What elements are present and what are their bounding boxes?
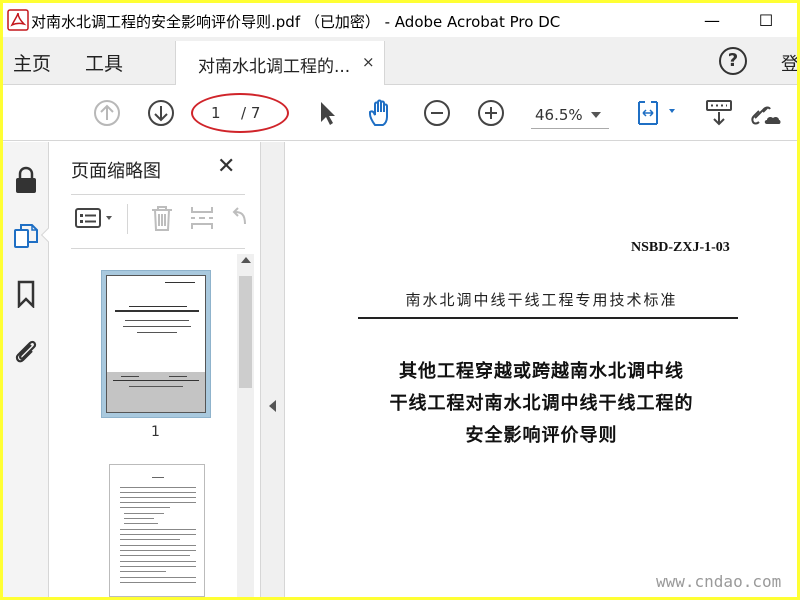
window-title: 对南水北调工程的安全影响评价导则.pdf （已加密） - Adobe Acrob… xyxy=(31,13,561,31)
scrollbar-thumb[interactable] xyxy=(239,276,252,388)
bookmark-icon xyxy=(17,280,35,308)
left-nav-rail xyxy=(3,142,56,597)
cursor-arrow-icon xyxy=(321,102,335,125)
zoom-in-button[interactable] xyxy=(475,97,507,129)
copy-pages-icon xyxy=(14,224,38,248)
page-number-field[interactable]: 1 / 7 xyxy=(191,93,289,133)
link-cloud-icon xyxy=(751,106,781,125)
close-panel-icon[interactable]: ✕ xyxy=(217,154,235,179)
minimize-icon: — xyxy=(704,10,720,30)
delete-page-button[interactable] xyxy=(147,204,177,232)
thumbnail-options-dropdown[interactable] xyxy=(73,204,119,232)
close-tab-icon[interactable]: × xyxy=(362,53,375,71)
title-bar: 对南水北调工程的安全影响评价导则.pdf （已加密） - Adobe Acrob… xyxy=(3,3,797,37)
tab-document[interactable]: 对南水北调工程的... × xyxy=(175,41,385,85)
thumbnail-gray-band xyxy=(107,372,205,412)
page-thumbnails-panel: 页面缩略图 ✕ 1 xyxy=(49,142,261,597)
chevron-down-icon xyxy=(591,112,601,118)
hand-tool-button[interactable] xyxy=(365,97,397,129)
document-code: NSBD-ZXJ-1-03 xyxy=(631,240,730,255)
zoom-level-value: 46.5% xyxy=(535,106,583,124)
panel-splitter[interactable] xyxy=(261,142,285,597)
thumbnail-page-number: 1 xyxy=(151,424,160,440)
page-thumbnail-2[interactable] xyxy=(109,464,205,597)
acrobat-window: 对南水北调工程的安全影响评价导则.pdf （已加密） - Adobe Acrob… xyxy=(3,3,797,597)
acrobat-app-icon xyxy=(7,9,29,31)
fit-page-button[interactable] xyxy=(635,97,681,129)
tab-bar: 主页 工具 对南水北调工程的... × ? 登 xyxy=(3,37,797,85)
hand-icon xyxy=(369,99,388,126)
zoom-in-icon xyxy=(478,100,504,126)
tab-tools[interactable]: 工具 xyxy=(85,49,123,76)
toolbar: 1 / 7 46.5% xyxy=(3,85,797,141)
trash-icon xyxy=(152,206,172,231)
document-view[interactable]: NSBD-ZXJ-1-03 南水北调中线干线工程专用技术标准 其他工程穿越或跨越… xyxy=(286,142,797,597)
document-title-line-2: 干线工程对南水北调中线干线工程的 xyxy=(389,393,694,414)
red-annotation-oval xyxy=(191,93,289,133)
paperclip-icon xyxy=(15,340,37,363)
zoom-out-icon xyxy=(424,100,450,126)
page-thumbnails-button[interactable] xyxy=(10,220,42,252)
standard-series-title: 南水北调中线干线工程专用技术标准 xyxy=(405,291,678,309)
tab-home[interactable]: 主页 xyxy=(13,49,51,76)
rotate-icon xyxy=(232,207,246,225)
document-title-line-1: 其他工程穿越或跨越南水北调中线 xyxy=(399,361,684,382)
zoom-level-dropdown[interactable]: 46.5% xyxy=(531,103,609,129)
maximize-icon: ☐ xyxy=(758,10,774,30)
toolbar-separator xyxy=(127,204,128,234)
scroll-up-icon[interactable] xyxy=(241,257,251,263)
document-tab-label: 对南水北调工程的... xyxy=(198,57,351,77)
next-page-button[interactable] xyxy=(145,97,177,129)
document-title-line-3: 安全影响评价导则 xyxy=(465,425,618,446)
thumbnail-page-preview xyxy=(106,275,206,413)
thumbnail-scrollbar[interactable] xyxy=(237,254,254,597)
security-button[interactable] xyxy=(10,164,42,196)
share-link-button[interactable] xyxy=(751,97,783,129)
keyboard-download-icon xyxy=(706,100,732,126)
collapse-arrow-icon[interactable] xyxy=(269,400,276,412)
previous-page-button[interactable] xyxy=(91,97,123,129)
panel-divider-top xyxy=(71,194,245,195)
page-total-label: / 7 xyxy=(241,104,261,122)
fit-width-icon xyxy=(638,101,675,125)
insert-page-button[interactable] xyxy=(187,204,217,232)
sign-in-link[interactable]: 登 xyxy=(781,50,797,76)
panel-title: 页面缩略图 xyxy=(71,161,161,182)
insert-pages-icon xyxy=(191,207,213,229)
rotate-page-button[interactable] xyxy=(227,204,251,232)
page-thumbnail-1[interactable] xyxy=(101,270,211,418)
minimize-button[interactable]: — xyxy=(689,3,735,37)
attachments-button[interactable] xyxy=(10,336,42,368)
panel-divider-bottom xyxy=(71,248,245,249)
zoom-out-button[interactable] xyxy=(421,97,453,129)
header-rule xyxy=(358,317,738,319)
site-watermark: www.cndao.com xyxy=(656,572,782,591)
keyboard-tool-button[interactable] xyxy=(703,97,735,129)
arrow-up-circle-icon xyxy=(94,100,120,126)
options-menu-icon xyxy=(75,208,112,228)
help-button[interactable]: ? xyxy=(719,47,747,75)
maximize-button[interactable]: ☐ xyxy=(743,3,789,37)
select-tool-button[interactable] xyxy=(311,97,343,129)
bookmarks-button[interactable] xyxy=(10,278,42,310)
lock-icon xyxy=(16,166,36,193)
arrow-down-circle-icon xyxy=(148,100,174,126)
page-current-input[interactable]: 1 xyxy=(211,104,221,122)
